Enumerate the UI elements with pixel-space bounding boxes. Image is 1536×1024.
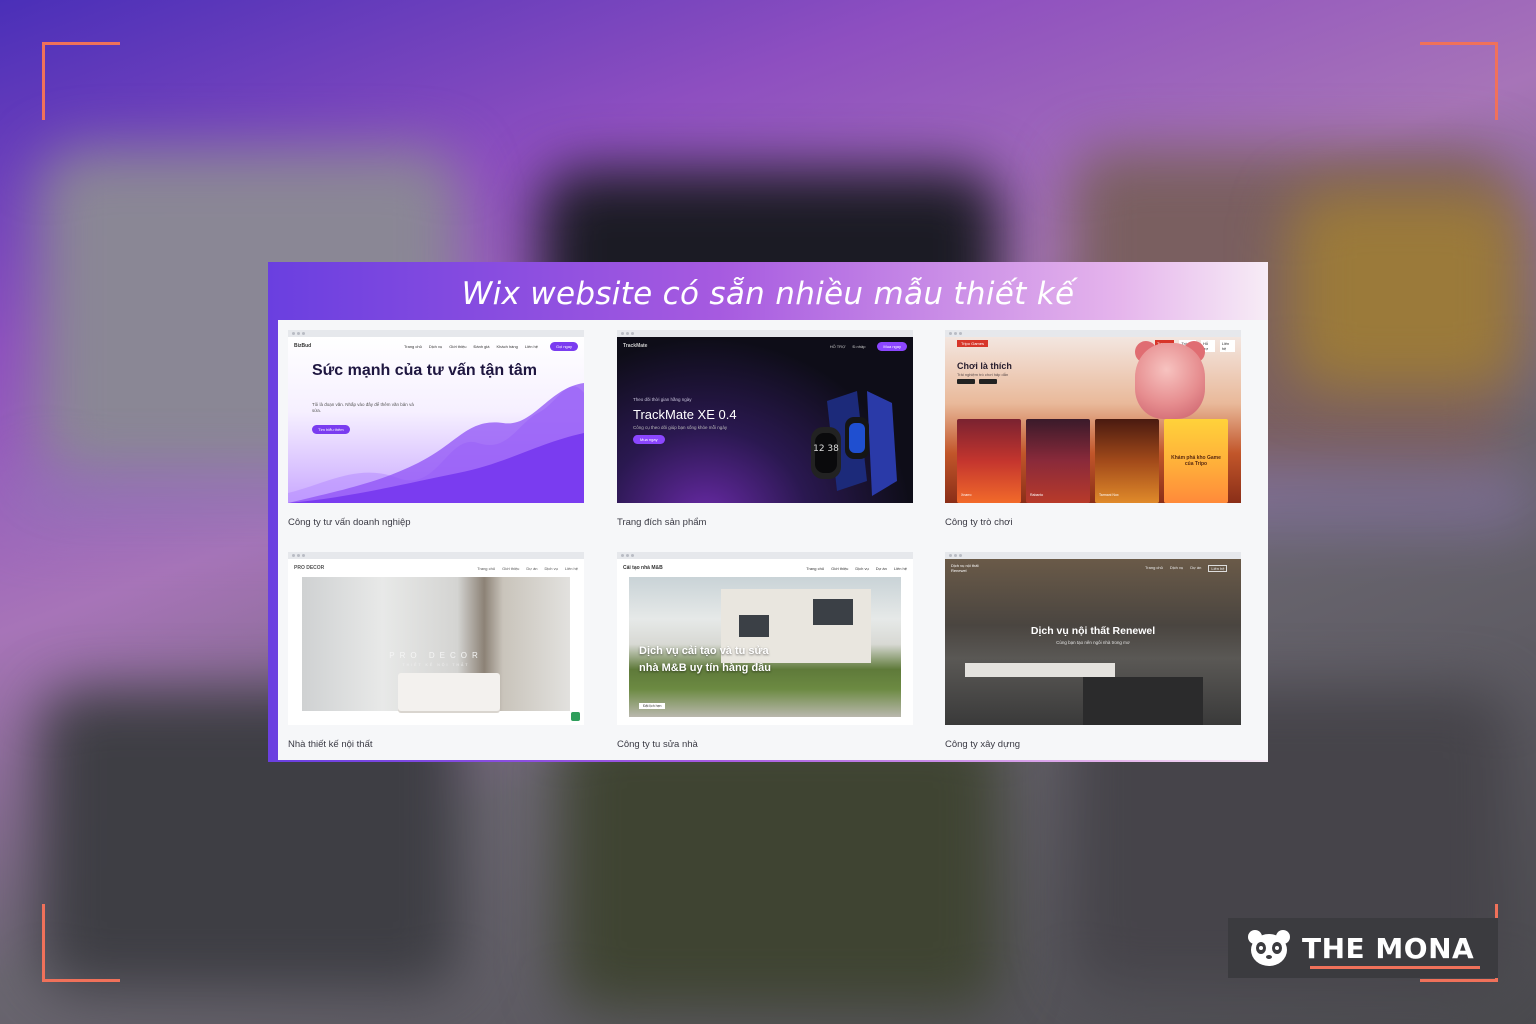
- corner-bracket-top-left: [42, 42, 120, 120]
- nav-link: Giới thiệu: [831, 565, 849, 571]
- nav-link: Liên hệ: [524, 343, 538, 349]
- the-mona-logo: THE MONA: [1228, 918, 1498, 978]
- template-tile-construction[interactable]: Dịch vụ nội thất Renewel Trang chủ Dịch …: [945, 552, 1241, 750]
- nav-link: Dự án: [1190, 564, 1202, 570]
- nav-link: Đ.nhập: [852, 343, 866, 349]
- template-caption: Công ty tu sửa nhà: [617, 739, 698, 750]
- brand-underline: [1310, 966, 1480, 969]
- template-logo: PRO DECOR: [294, 565, 325, 571]
- template-preview[interactable]: TrackMate HỖ TRỢ Đ.nhập Mua ngay Theo dõ…: [617, 337, 913, 503]
- nav-link: Giới thiệu: [449, 343, 467, 349]
- template-headline: Dịch vụ nội thất Renewel: [1030, 625, 1156, 637]
- template-headline: Chơi là thích: [957, 361, 1012, 371]
- play-store-badge: [979, 379, 997, 384]
- game-card: Tarmani Nox: [1095, 419, 1159, 503]
- chat-icon: [571, 712, 580, 721]
- corner-bracket-bottom-left: [42, 904, 120, 982]
- template-preview[interactable]: Dịch vụ nội thất Renewel Trang chủ Dịch …: [945, 559, 1241, 725]
- corner-bracket-top-right: [1420, 42, 1498, 120]
- nav-link: Liên hệ: [564, 565, 578, 571]
- showcase-card: Wix website có sẵn nhiều mẫu thiết kế Bi…: [268, 262, 1268, 762]
- template-body: Trải nghiệm trò chơi hấp dẫn: [957, 372, 1009, 377]
- template-preview[interactable]: PRO DECOR Trang chủ Giới thiệu Dự án Dịc…: [288, 559, 584, 725]
- nav-link: Dịch vụ: [544, 565, 558, 571]
- brand-name: THE MONA: [1302, 931, 1475, 965]
- template-caption: Công ty xây dựng: [945, 739, 1021, 750]
- nav-link: Dịch vụ: [855, 565, 869, 571]
- template-button: Mua ngay: [633, 435, 665, 444]
- template-caption: Trang đích sản phẩm: [617, 517, 707, 528]
- nav-link: Khách hàng: [496, 343, 518, 349]
- cta-button: Gọi ngay: [549, 341, 578, 351]
- explore-games-card: Khám phá kho Game của Tripo: [1164, 419, 1228, 503]
- nav-link: Trang chủ: [806, 565, 825, 571]
- template-tile-consulting[interactable]: BizBud Trang chủ Dịch vụ Giới thiệu Đánh…: [288, 330, 584, 528]
- template-tile-interior-designer[interactable]: PRO DECOR Trang chủ Giới thiệu Dự án Dịc…: [288, 552, 584, 750]
- template-subtitle: THIẾT KẾ NỘI THẤT: [402, 663, 470, 667]
- template-logo: Dịch vụ nội thất Renewel: [951, 563, 979, 573]
- panda-icon: [1248, 930, 1290, 966]
- template-tile-games[interactable]: Tripo Games Trang chủ Trò chơi Hỗ trợ Li…: [945, 330, 1241, 528]
- nav-link: Giới thiệu: [502, 565, 520, 571]
- game-card: Xnarro: [957, 419, 1021, 503]
- template-headline: PRO DECOR: [389, 651, 483, 660]
- template-eyebrow: Theo dõi thời gian hằng ngày: [633, 397, 692, 402]
- nav-link: Trang chủ: [1145, 564, 1163, 570]
- template-logo: Tripo Games: [957, 340, 988, 347]
- game-mascot-image: [1135, 343, 1205, 419]
- game-card: Rabanto: [1026, 419, 1090, 503]
- template-gallery: BizBud Trang chủ Dịch vụ Giới thiệu Đánh…: [278, 320, 1268, 760]
- template-logo: Cải tạo nhà M&B: [623, 565, 663, 571]
- template-tile-product[interactable]: TrackMate HỖ TRỢ Đ.nhập Mua ngay Theo dõ…: [617, 330, 913, 528]
- watch-time: 12 38: [813, 444, 839, 454]
- page-title: Wix website có sẵn nhiều mẫu thiết kế: [461, 276, 1075, 312]
- template-body: Cùng bạn tạo nên ngôi nhà trong mơ: [1056, 640, 1130, 645]
- template-caption: Nhà thiết kế nội thất: [288, 739, 373, 750]
- kitchen-island: [1083, 677, 1203, 725]
- template-headline: TrackMate XE 0.4: [633, 407, 737, 422]
- template-logo: BizBud: [294, 343, 312, 349]
- template-button: Đặt lịch hẹn: [639, 703, 666, 709]
- smartwatch-image: 12 38: [811, 391, 897, 496]
- template-logo: TrackMate: [623, 343, 648, 349]
- nav-link: Liên hệ: [1219, 340, 1235, 352]
- nav-link: Trang chủ: [403, 343, 422, 349]
- bedroom-photo: PRO DECOR THIẾT KẾ NỘI THẤT: [302, 577, 570, 711]
- template-caption: Công ty trò chơi: [945, 517, 1013, 528]
- nav-link: Liên hệ: [1208, 564, 1228, 572]
- nav-link: Dự án: [526, 565, 538, 571]
- nav-link: HỖ TRỢ: [829, 343, 846, 349]
- template-headline: Dịch vụ cải tạo và tu sửa nhà M&B uy tín…: [639, 645, 771, 674]
- template-tile-renovation[interactable]: Cải tạo nhà M&B Trang chủ Giới thiệu Dịc…: [617, 552, 913, 750]
- template-caption: Công ty tư vấn doanh nghiệp: [288, 517, 411, 528]
- nav-link: Liên hệ: [893, 565, 907, 571]
- nav-link: Dịch vụ: [428, 343, 443, 349]
- kitchen-counter: [965, 663, 1115, 677]
- nav-link: Trang chủ: [477, 565, 496, 571]
- wave-graphic: [288, 383, 584, 503]
- nav-link: Dịch vụ: [1169, 564, 1184, 570]
- template-body: Công cụ theo dõi giúp bạn sống khỏe mỗi …: [633, 425, 728, 430]
- template-preview[interactable]: BizBud Trang chủ Dịch vụ Giới thiệu Đánh…: [288, 337, 584, 503]
- template-preview[interactable]: Cải tạo nhà M&B Trang chủ Giới thiệu Dịc…: [617, 559, 913, 725]
- template-preview[interactable]: Tripo Games Trang chủ Trò chơi Hỗ trợ Li…: [945, 337, 1241, 503]
- cta-button: Mua ngay: [877, 341, 907, 351]
- nav-link: Đánh giá: [473, 343, 490, 349]
- app-store-badge: [957, 379, 975, 384]
- nav-link: Dự án: [875, 565, 887, 571]
